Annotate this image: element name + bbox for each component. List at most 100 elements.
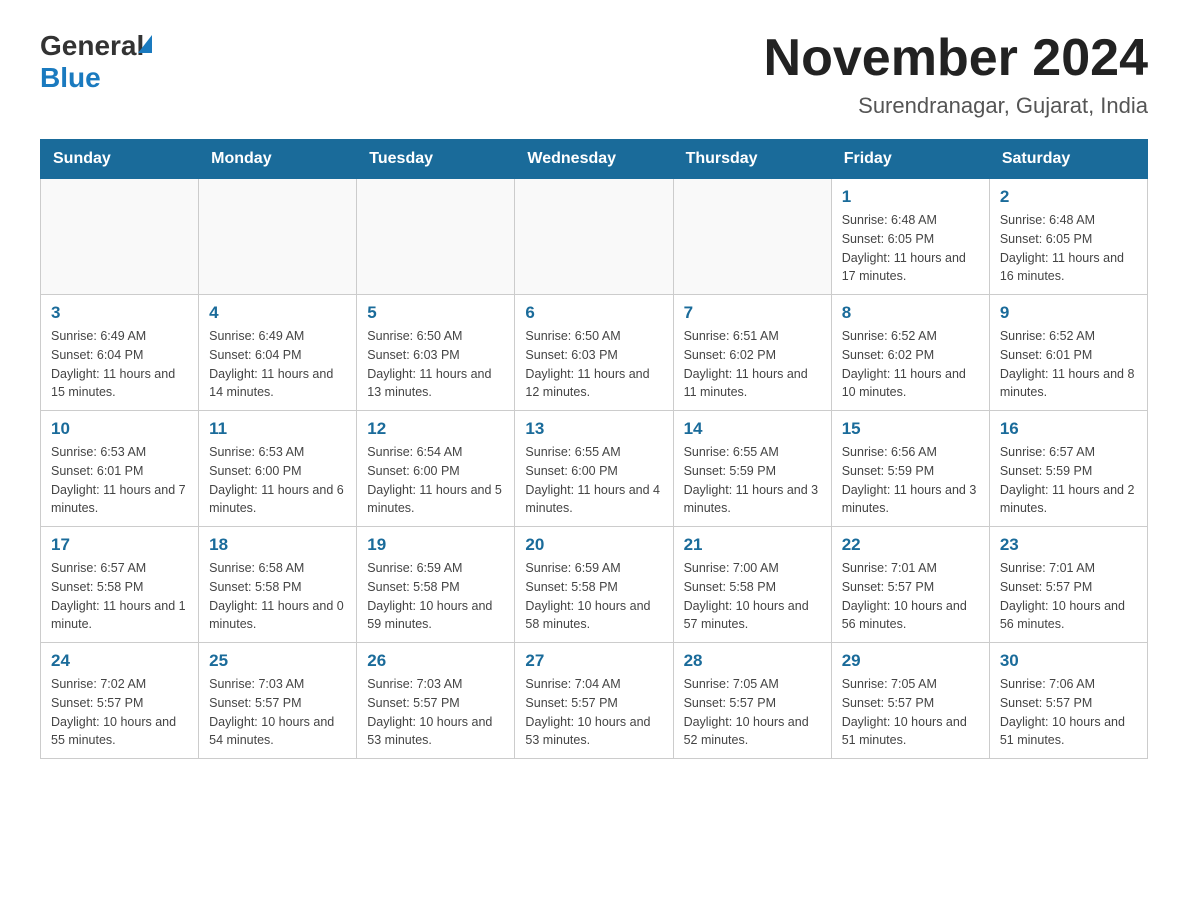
calendar-cell: 24 Sunrise: 7:02 AMSunset: 5:57 PMDayligh… — [41, 643, 199, 759]
day-number: 28 — [684, 651, 821, 671]
calendar-cell: 7 Sunrise: 6:51 AMSunset: 6:02 PMDaylight… — [673, 295, 831, 411]
day-info: Sunrise: 6:59 AMSunset: 5:58 PMDaylight:… — [367, 559, 504, 634]
day-number: 14 — [684, 419, 821, 439]
calendar-cell: 27 Sunrise: 7:04 AMSunset: 5:57 PMDayligh… — [515, 643, 673, 759]
day-number: 12 — [367, 419, 504, 439]
day-info: Sunrise: 6:54 AMSunset: 6:00 PMDaylight:… — [367, 443, 504, 518]
day-number: 23 — [1000, 535, 1137, 555]
calendar-cell: 10 Sunrise: 6:53 AMSunset: 6:01 PMDayligh… — [41, 411, 199, 527]
calendar-cell: 26 Sunrise: 7:03 AMSunset: 5:57 PMDayligh… — [357, 643, 515, 759]
day-number: 25 — [209, 651, 346, 671]
calendar-cell: 8Sunrise: 6:52 AMSunset: 6:02 PMDaylight… — [831, 295, 989, 411]
calendar-header-sunday: Sunday — [41, 140, 199, 179]
day-info: Sunrise: 7:05 AMSunset: 5:57 PMDaylight:… — [684, 675, 821, 750]
day-number: 19 — [367, 535, 504, 555]
day-info: Sunrise: 6:56 AMSunset: 5:59 PMDaylight:… — [842, 443, 979, 518]
day-number: 6 — [525, 303, 662, 323]
day-info: Sunrise: 6:53 AMSunset: 6:00 PMDaylight:… — [209, 443, 346, 518]
day-number: 17 — [51, 535, 188, 555]
day-info: Sunrise: 7:01 AMSunset: 5:57 PMDaylight:… — [1000, 559, 1137, 634]
header: General Blue November 2024 Surendranagar… — [40, 30, 1148, 119]
calendar-week-row: 24 Sunrise: 7:02 AMSunset: 5:57 PMDayligh… — [41, 643, 1148, 759]
day-info: Sunrise: 6:50 AMSunset: 6:03 PMDaylight:… — [367, 327, 504, 402]
day-number: 13 — [525, 419, 662, 439]
calendar-week-row: 3 Sunrise: 6:49 AMSunset: 6:04 PMDaylight… — [41, 295, 1148, 411]
calendar-cell: 11Sunrise: 6:53 AMSunset: 6:00 PMDayligh… — [199, 411, 357, 527]
calendar-header-wednesday: Wednesday — [515, 140, 673, 179]
calendar-cell: 13Sunrise: 6:55 AMSunset: 6:00 PMDayligh… — [515, 411, 673, 527]
day-info: Sunrise: 6:58 AMSunset: 5:58 PMDaylight:… — [209, 559, 346, 634]
day-number: 4 — [209, 303, 346, 323]
calendar-cell: 12 Sunrise: 6:54 AMSunset: 6:00 PMDayligh… — [357, 411, 515, 527]
day-number: 5 — [367, 303, 504, 323]
calendar-cell: 18 Sunrise: 6:58 AMSunset: 5:58 PMDayligh… — [199, 527, 357, 643]
day-info: Sunrise: 6:55 AMSunset: 5:59 PMDaylight:… — [684, 443, 821, 518]
day-info: Sunrise: 6:48 AMSunset: 6:05 PMDaylight:… — [1000, 211, 1137, 286]
calendar-cell: 17Sunrise: 6:57 AMSunset: 5:58 PMDayligh… — [41, 527, 199, 643]
day-number: 30 — [1000, 651, 1137, 671]
calendar-cell — [41, 179, 199, 295]
day-number: 10 — [51, 419, 188, 439]
calendar-week-row: 1 Sunrise: 6:48 AMSunset: 6:05 PMDaylight… — [41, 179, 1148, 295]
day-info: Sunrise: 6:53 AMSunset: 6:01 PMDaylight:… — [51, 443, 188, 518]
month-title: November 2024 — [764, 30, 1148, 87]
calendar-cell: 21Sunrise: 7:00 AMSunset: 5:58 PMDayligh… — [673, 527, 831, 643]
day-number: 3 — [51, 303, 188, 323]
logo-blue-text: Blue — [40, 62, 101, 94]
day-info: Sunrise: 6:59 AMSunset: 5:58 PMDaylight:… — [525, 559, 662, 634]
day-number: 21 — [684, 535, 821, 555]
calendar-cell — [199, 179, 357, 295]
day-number: 8 — [842, 303, 979, 323]
day-info: Sunrise: 6:49 AMSunset: 6:04 PMDaylight:… — [51, 327, 188, 402]
day-number: 26 — [367, 651, 504, 671]
calendar-cell: 29Sunrise: 7:05 AMSunset: 5:57 PMDayligh… — [831, 643, 989, 759]
calendar-header-monday: Monday — [199, 140, 357, 179]
day-info: Sunrise: 6:52 AMSunset: 6:01 PMDaylight:… — [1000, 327, 1137, 402]
calendar-header-friday: Friday — [831, 140, 989, 179]
calendar-table: SundayMondayTuesdayWednesdayThursdayFrid… — [40, 139, 1148, 759]
day-number: 7 — [684, 303, 821, 323]
day-number: 1 — [842, 187, 979, 207]
title-area: November 2024 Surendranagar, Gujarat, In… — [764, 30, 1148, 119]
calendar-week-row: 17Sunrise: 6:57 AMSunset: 5:58 PMDayligh… — [41, 527, 1148, 643]
calendar-cell — [673, 179, 831, 295]
day-number: 2 — [1000, 187, 1137, 207]
calendar-cell: 20 Sunrise: 6:59 AMSunset: 5:58 PMDayligh… — [515, 527, 673, 643]
day-number: 20 — [525, 535, 662, 555]
location-title: Surendranagar, Gujarat, India — [764, 93, 1148, 119]
day-info: Sunrise: 7:02 AMSunset: 5:57 PMDaylight:… — [51, 675, 188, 750]
calendar-cell: 30 Sunrise: 7:06 AMSunset: 5:57 PMDayligh… — [989, 643, 1147, 759]
calendar-cell: 3 Sunrise: 6:49 AMSunset: 6:04 PMDaylight… — [41, 295, 199, 411]
day-info: Sunrise: 7:01 AMSunset: 5:57 PMDaylight:… — [842, 559, 979, 634]
day-info: Sunrise: 6:51 AMSunset: 6:02 PMDaylight:… — [684, 327, 821, 402]
calendar-cell — [515, 179, 673, 295]
calendar-cell: 14 Sunrise: 6:55 AMSunset: 5:59 PMDayligh… — [673, 411, 831, 527]
calendar-cell: 28 Sunrise: 7:05 AMSunset: 5:57 PMDayligh… — [673, 643, 831, 759]
calendar-cell: 9 Sunrise: 6:52 AMSunset: 6:01 PMDaylight… — [989, 295, 1147, 411]
calendar-header-thursday: Thursday — [673, 140, 831, 179]
calendar-cell: 6 Sunrise: 6:50 AMSunset: 6:03 PMDaylight… — [515, 295, 673, 411]
day-number: 24 — [51, 651, 188, 671]
day-info: Sunrise: 6:57 AMSunset: 5:59 PMDaylight:… — [1000, 443, 1137, 518]
day-number: 15 — [842, 419, 979, 439]
calendar-cell: 22 Sunrise: 7:01 AMSunset: 5:57 PMDayligh… — [831, 527, 989, 643]
day-info: Sunrise: 7:03 AMSunset: 5:57 PMDaylight:… — [367, 675, 504, 750]
day-number: 29 — [842, 651, 979, 671]
day-info: Sunrise: 7:03 AMSunset: 5:57 PMDaylight:… — [209, 675, 346, 750]
calendar-cell: 4 Sunrise: 6:49 AMSunset: 6:04 PMDaylight… — [199, 295, 357, 411]
day-number: 9 — [1000, 303, 1137, 323]
day-info: Sunrise: 6:50 AMSunset: 6:03 PMDaylight:… — [525, 327, 662, 402]
day-number: 22 — [842, 535, 979, 555]
day-info: Sunrise: 7:06 AMSunset: 5:57 PMDaylight:… — [1000, 675, 1137, 750]
day-number: 18 — [209, 535, 346, 555]
calendar-cell: 1Sunrise: 6:48 AMSunset: 6:05 PMDaylight… — [831, 179, 989, 295]
calendar-cell — [357, 179, 515, 295]
day-number: 27 — [525, 651, 662, 671]
calendar-header-saturday: Saturday — [989, 140, 1147, 179]
day-info: Sunrise: 7:04 AMSunset: 5:57 PMDaylight:… — [525, 675, 662, 750]
logo-triangle-icon — [138, 35, 152, 53]
logo-general-text: General — [40, 30, 144, 62]
calendar-cell: 5 Sunrise: 6:50 AMSunset: 6:03 PMDaylight… — [357, 295, 515, 411]
calendar-header-row: SundayMondayTuesdayWednesdayThursdayFrid… — [41, 140, 1148, 179]
day-info: Sunrise: 6:49 AMSunset: 6:04 PMDaylight:… — [209, 327, 346, 402]
